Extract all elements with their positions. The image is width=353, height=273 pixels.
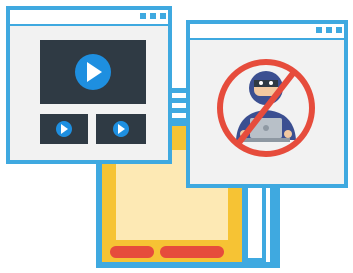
window-control-icon [160,13,166,19]
red-button-shape [160,246,224,258]
video-player-window [6,6,172,164]
blocked-hacker-window [186,20,348,188]
window-control-icon [326,27,332,33]
window-control-icon [316,27,322,33]
window-control-icon [150,13,156,19]
window-control-icon [140,13,146,19]
window-control-icon [336,27,342,33]
red-button-shape [110,246,154,258]
security-illustration [6,6,348,268]
